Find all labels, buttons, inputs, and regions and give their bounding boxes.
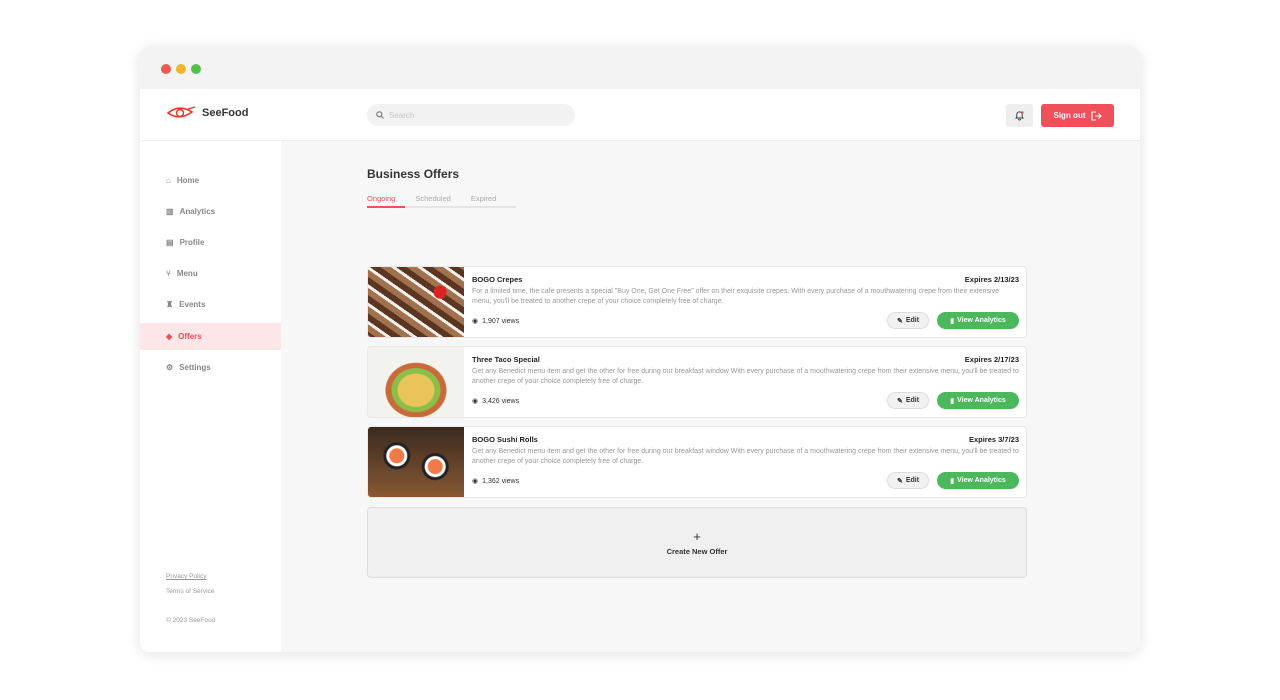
edit-label: Edit [905, 397, 920, 404]
logout-icon [1090, 110, 1102, 121]
create-offer-label: Create New Offer [666, 547, 728, 556]
copyright: © 2023 SeeFood [166, 617, 216, 624]
search-icon [376, 111, 384, 119]
bar-chart-icon: ▮ [950, 397, 955, 405]
offer-title: BOGO Sushi Rolls [472, 435, 538, 444]
sidebar-item-label: Menu [176, 269, 198, 278]
privacy-policy-link[interactable]: Privacy Policy [166, 573, 206, 580]
view-analytics-label: View Analytics [957, 477, 1006, 484]
tab-ongoing[interactable]: Ongoing [367, 194, 406, 208]
sidebar-item-profile[interactable]: ▤ Profile [140, 229, 281, 256]
sidebar-item-label: Offers [178, 332, 202, 341]
offer-expiry: Expires 2/17/23 [964, 355, 1019, 364]
sidebar-item-settings[interactable]: ⚙ Settings [140, 354, 281, 381]
offer-tabs: Ongoing Scheduled Expired [367, 194, 517, 208]
offer-card: BOGO Sushi Rolls Expires 3/7/23 Get any … [367, 426, 1027, 498]
offer-expiry: Expires 2/13/23 [964, 275, 1019, 284]
view-analytics-button[interactable]: ▮ View Analytics [937, 472, 1019, 489]
edit-label: Edit [905, 317, 920, 324]
sidebar-item-menu[interactable]: ⑂ Menu [140, 260, 281, 287]
offer-views: ◉ 3,426 views [472, 397, 520, 406]
tab-expired[interactable]: Expired [471, 194, 506, 206]
plus-icon: + [693, 529, 701, 544]
offer-title: Three Taco Special [472, 355, 540, 364]
edit-icon: ✎ [896, 477, 903, 485]
edit-button[interactable]: ✎ Edit [887, 312, 929, 329]
edit-button[interactable]: ✎ Edit [887, 472, 929, 489]
offer-image [368, 427, 464, 497]
search-placeholder: Search [389, 110, 415, 120]
sidebar-item-label: Analytics [179, 207, 216, 216]
offer-description: Get any Benedict menu item and get the o… [472, 448, 1019, 465]
sign-out-button[interactable]: Sign out [1041, 104, 1114, 127]
eye-icon: ◉ [472, 398, 479, 405]
id-card-icon: ▤ [166, 238, 174, 247]
views-count: 3,426 views [482, 397, 520, 405]
bell-icon [1015, 111, 1024, 121]
view-analytics-label: View Analytics [957, 397, 1006, 404]
home-icon: ⌂ [166, 176, 171, 185]
view-analytics-button[interactable]: ▮ View Analytics [937, 312, 1019, 329]
maximize-button[interactable] [191, 64, 201, 74]
tag-icon: ◆ [166, 332, 173, 341]
offer-description: For a limited time, the cafe presents a … [472, 288, 999, 305]
views-count: 1,907 views [482, 317, 520, 325]
gear-icon: ⚙ [166, 363, 174, 372]
title-bar [140, 47, 1140, 89]
eye-logo-icon [166, 106, 196, 118]
create-new-offer-button[interactable]: + Create New Offer [367, 507, 1027, 578]
offer-card: BOGO Crepes Expires 2/13/23 For a limite… [367, 266, 1027, 338]
offer-card: Three Taco Special Expires 2/17/23 Get a… [367, 346, 1027, 418]
close-button[interactable] [161, 64, 171, 74]
sidebar-item-analytics[interactable]: ▥ Analytics [140, 198, 281, 225]
offer-image [368, 347, 464, 417]
edit-button[interactable]: ✎ Edit [887, 392, 929, 409]
offer-views: ◉ 1,362 views [472, 477, 520, 486]
header: SeeFood Search Sign out [140, 89, 1140, 141]
edit-label: Edit [905, 477, 920, 484]
sidebar: ⌂ Home ▥ Analytics ▤ Profile ⑂ Menu ♜ Events … [140, 141, 281, 652]
edit-icon: ✎ [896, 317, 903, 325]
brand-name: SeeFood [202, 107, 249, 119]
app-window: SeeFood Search Sign out ⌂ Home ▥ Analytics… [140, 47, 1140, 652]
offer-expiry: Expires 3/7/23 [968, 435, 1019, 444]
sidebar-item-home[interactable]: ⌂ Home [140, 167, 281, 194]
main-content: Business Offers Ongoing Scheduled Expire… [281, 141, 1140, 652]
sidebar-item-label: Home [176, 176, 200, 185]
bar-chart-icon: ▮ [950, 317, 955, 325]
notifications-button[interactable] [1006, 104, 1033, 127]
offer-description: Get any Benedict menu item and get the o… [472, 368, 1019, 385]
terms-link[interactable]: Terms of Service [166, 588, 214, 595]
view-analytics-button[interactable]: ▮ View Analytics [937, 392, 1019, 409]
offer-views: ◉ 1,907 views [472, 317, 520, 326]
bar-chart-icon: ▥ [166, 207, 174, 216]
views-count: 1,362 views [482, 477, 520, 485]
utensils-icon: ⑂ [166, 269, 171, 278]
eye-icon: ◉ [472, 478, 479, 485]
bar-chart-icon: ▮ [950, 477, 955, 485]
sidebar-item-events[interactable]: ♜ Events [140, 291, 281, 318]
eye-icon: ◉ [472, 318, 479, 325]
glasses-icon: ♜ [166, 300, 174, 309]
view-analytics-label: View Analytics [957, 317, 1006, 324]
search-input[interactable]: Search [367, 104, 575, 126]
logo[interactable]: SeeFood [166, 106, 248, 120]
page-title: Business Offers [367, 167, 460, 181]
sidebar-item-label: Settings [179, 363, 211, 372]
sidebar-item-label: Profile [179, 238, 205, 247]
offer-image [368, 267, 464, 337]
sign-out-label: Sign out [1053, 111, 1086, 120]
minimize-button[interactable] [176, 64, 186, 74]
offer-title: BOGO Crepes [472, 275, 523, 284]
sidebar-item-label: Events [179, 300, 206, 309]
edit-icon: ✎ [896, 397, 903, 405]
sidebar-item-offers[interactable]: ◆ Offers [140, 323, 281, 350]
tab-scheduled[interactable]: Scheduled [415, 194, 460, 206]
